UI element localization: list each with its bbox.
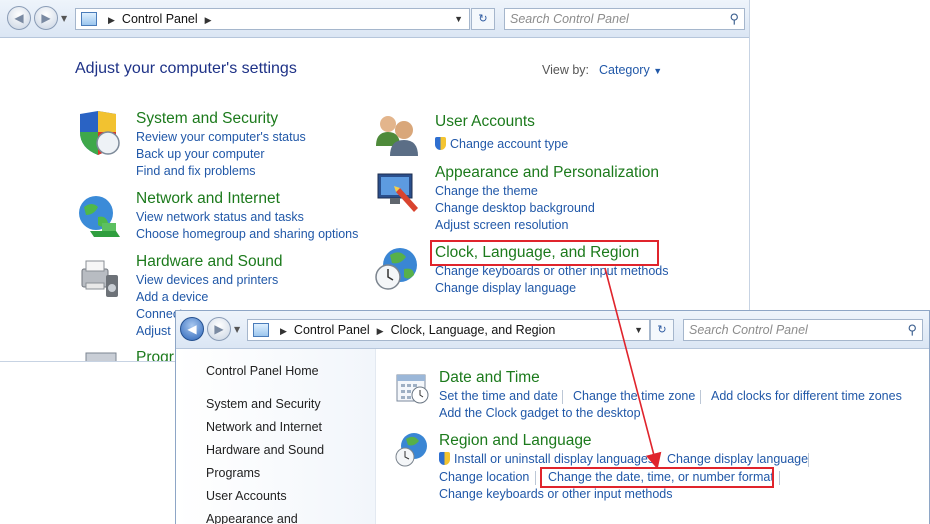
link-display-language[interactable]: Change display language <box>435 281 576 295</box>
link-back-up[interactable]: Back up your computer <box>136 147 265 161</box>
chevron-down-icon[interactable]: ▼ <box>634 320 643 340</box>
search-placeholder: Search Control Panel <box>510 12 629 26</box>
search-input[interactable]: Search Control Panel ⚲ <box>683 319 923 341</box>
clock-language-region-window: ◀ ▶ ▼ ▶ Control Panel ▶ Clock, Language, an… <box>175 310 930 524</box>
nav-network-internet[interactable]: Network and Internet <box>206 420 322 434</box>
recent-pages-dropdown[interactable]: ▼ <box>61 14 67 23</box>
control-panel-icon <box>253 323 269 337</box>
link-change-keyboards[interactable]: Change keyboards or other input methods <box>435 264 668 278</box>
page-title: Adjust your computer's settings <box>75 60 297 77</box>
appearance-personalization-icon <box>377 173 418 212</box>
link-separator <box>562 390 563 404</box>
link-change-keyboards-2[interactable]: Change keyboards or other input methods <box>439 487 672 501</box>
category-network-internet[interactable]: Network and Internet <box>136 190 280 208</box>
nav-programs[interactable]: Programs <box>206 466 260 480</box>
view-by-dropdown[interactable]: Category ▼ <box>599 63 662 77</box>
link-find-fix[interactable]: Find and fix problems <box>136 164 256 178</box>
nav-system-security[interactable]: System and Security <box>206 397 321 411</box>
search-placeholder: Search Control Panel <box>689 323 808 337</box>
breadcrumb-control-panel[interactable]: Control Panel <box>294 323 370 337</box>
link-devices-printers[interactable]: View devices and printers <box>136 273 278 287</box>
search-icon[interactable]: ⚲ <box>729 9 739 29</box>
link-review-status[interactable]: Review your computer's status <box>136 130 306 144</box>
programs-icon <box>85 352 117 361</box>
uac-shield-icon <box>439 452 450 465</box>
link-add-clocks[interactable]: Add clocks for different time zones <box>711 389 902 403</box>
search-icon[interactable]: ⚲ <box>907 320 917 340</box>
link-label: Install or uninstall display languages <box>454 452 655 466</box>
link-separator <box>779 471 780 485</box>
network-internet-icon <box>79 196 120 237</box>
link-change-time-zone[interactable]: Change the time zone <box>573 389 695 403</box>
recent-pages-dropdown[interactable]: ▼ <box>234 325 240 334</box>
section-region-language[interactable]: Region and Language <box>439 432 592 450</box>
link-add-device[interactable]: Add a device <box>136 290 208 304</box>
chevron-right-icon[interactable]: ▶ <box>280 321 287 341</box>
highlight-box-date-format <box>540 467 774 488</box>
region-language-icon <box>395 433 427 467</box>
link-install-languages[interactable]: Install or uninstall display languages <box>439 452 654 466</box>
link-change-display-language[interactable]: Change display language <box>667 452 808 466</box>
category-hardware-sound[interactable]: Hardware and Sound <box>136 253 283 271</box>
forward-button[interactable]: ▶ <box>34 6 58 30</box>
address-toolbar: ◀ ▶ ▼ ▶ Control Panel ▶ Clock, Language, an… <box>176 311 929 349</box>
link-desktop-background[interactable]: Change desktop background <box>435 201 595 215</box>
navigation-pane: Control Panel Home System and Security N… <box>176 349 376 524</box>
hardware-sound-icon <box>81 260 118 297</box>
clock-language-region-icon <box>375 248 417 290</box>
chevron-right-icon[interactable]: ▶ <box>377 321 384 341</box>
search-input[interactable]: Search Control Panel ⚲ <box>504 8 745 30</box>
link-change-location[interactable]: Change location <box>439 470 529 484</box>
uac-shield-icon <box>435 137 446 150</box>
address-bar[interactable]: ▶ Control Panel ▶ ▼ <box>75 8 470 30</box>
link-set-time-date[interactable]: Set the time and date <box>439 389 558 403</box>
link-clock-gadget[interactable]: Add the Clock gadget to the desktop <box>439 406 641 420</box>
nav-appearance[interactable]: Appearance and <box>206 512 298 524</box>
system-security-icon <box>80 111 120 155</box>
link-change-account-type[interactable]: Change account type <box>435 137 568 151</box>
address-bar[interactable]: ▶ Control Panel ▶ Clock, Language, and Regi… <box>247 319 650 341</box>
nav-hardware-sound[interactable]: Hardware and Sound <box>206 443 324 457</box>
chevron-right-icon[interactable]: ▶ <box>108 10 115 30</box>
refresh-button[interactable]: ↻ <box>471 8 495 30</box>
view-by-label: View by: <box>542 63 590 77</box>
date-time-icon <box>396 374 429 404</box>
nav-user-accounts[interactable]: User Accounts <box>206 489 287 503</box>
link-homegroup[interactable]: Choose homegroup and sharing options <box>136 227 358 241</box>
breadcrumb-control-panel[interactable]: Control Panel <box>122 12 198 26</box>
category-appearance[interactable]: Appearance and Personalization <box>435 164 659 182</box>
link-screen-resolution[interactable]: Adjust screen resolution <box>435 218 568 232</box>
address-toolbar: ◀ ▶ ▼ ▶ Control Panel ▶ ▼ ↻ Search Control… <box>0 0 749 38</box>
view-by-value: Category <box>599 63 650 77</box>
link-separator <box>535 471 536 485</box>
forward-button[interactable]: ▶ <box>207 317 231 341</box>
section-date-time[interactable]: Date and Time <box>439 369 540 387</box>
back-button[interactable]: ◀ <box>7 6 31 30</box>
link-label: Change account type <box>450 137 569 151</box>
category-programs[interactable]: Progr <box>136 349 174 361</box>
link-separator <box>808 453 809 467</box>
link-separator <box>655 453 656 467</box>
highlight-box-clock-category <box>430 240 659 266</box>
category-system-security[interactable]: System and Security <box>136 110 278 128</box>
chevron-down-icon[interactable]: ▼ <box>454 9 463 29</box>
refresh-button[interactable]: ↻ <box>650 319 674 341</box>
chevron-right-icon[interactable]: ▶ <box>205 10 212 30</box>
control-panel-icon <box>81 12 97 26</box>
breadcrumb-clock-language-region[interactable]: Clock, Language, and Region <box>391 323 556 337</box>
back-button[interactable]: ◀ <box>180 317 204 341</box>
link-adjust[interactable]: Adjust <box>136 324 171 338</box>
control-panel-window: ◀ ▶ ▼ ▶ Control Panel ▶ ▼ ↻ Search Control… <box>0 0 750 362</box>
link-network-status[interactable]: View network status and tasks <box>136 210 304 224</box>
chevron-down-icon: ▼ <box>653 66 663 76</box>
user-accounts-icon <box>376 116 418 156</box>
link-change-theme[interactable]: Change the theme <box>435 184 538 198</box>
category-user-accounts[interactable]: User Accounts <box>435 113 535 131</box>
link-separator <box>700 390 701 404</box>
nav-control-panel-home[interactable]: Control Panel Home <box>206 364 319 378</box>
